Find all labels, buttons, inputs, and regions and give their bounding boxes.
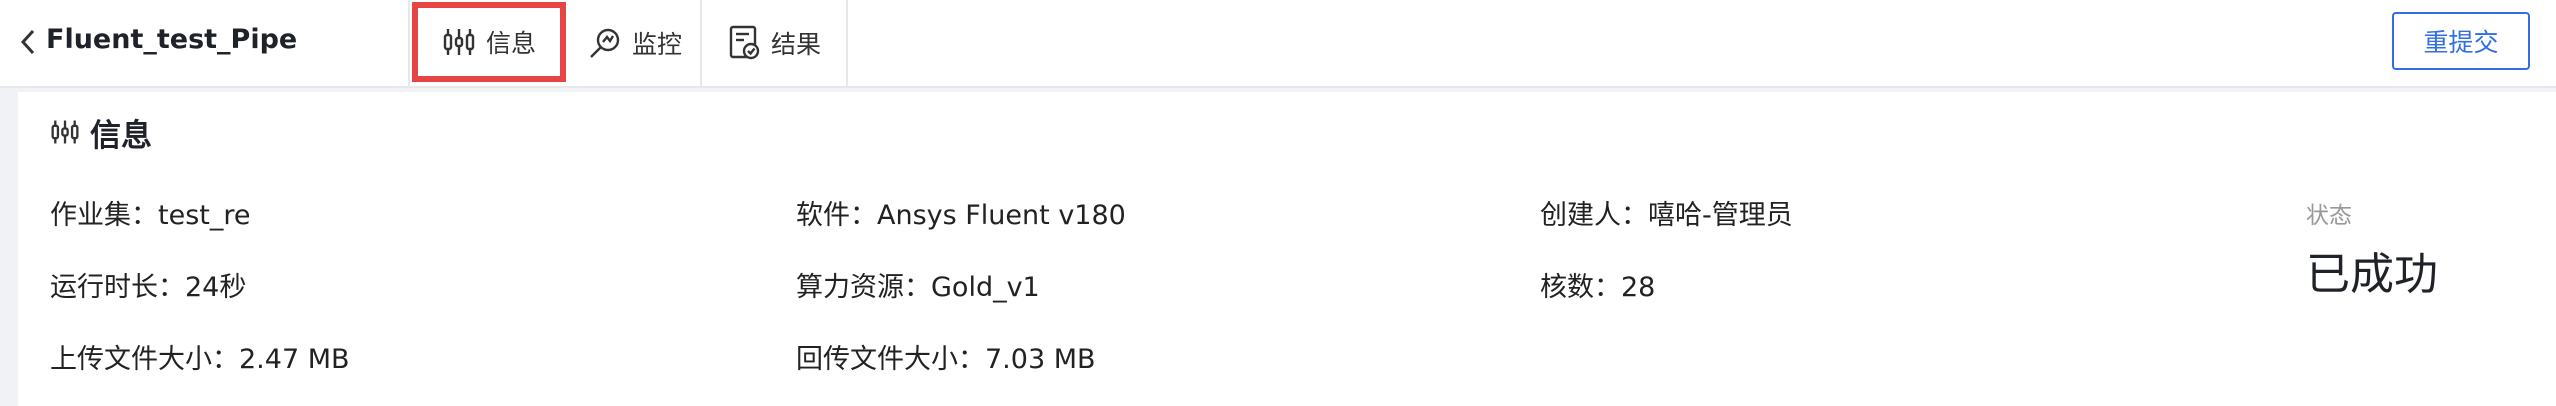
- page-title: Fluent_test_Pipe: [46, 24, 298, 55]
- section-title: 信息: [90, 117, 152, 154]
- resource-field: 算力资源：Gold_v1: [796, 272, 1040, 303]
- software-field: 软件：Ansys Fluent v180: [796, 200, 1126, 231]
- adjustments-icon: [51, 120, 79, 144]
- runtime-field: 运行时长：24秒: [50, 272, 247, 303]
- status-label: 状态: [2306, 203, 2352, 229]
- tab-info[interactable]: 信息: [412, 2, 566, 82]
- result-document-icon: [729, 25, 760, 60]
- tab-label: 结果: [770, 30, 821, 59]
- resubmit-button[interactable]: 重提交: [2392, 12, 2530, 70]
- tab-result[interactable]: 结果: [704, 0, 848, 86]
- tab-label: 监控: [631, 30, 682, 59]
- upload-size-field: 上传文件大小：2.47 MB: [50, 344, 350, 375]
- monitor-search-icon: [590, 28, 620, 58]
- return-size-field: 回传文件大小：7.03 MB: [796, 344, 1096, 375]
- back-button[interactable]: [10, 24, 46, 60]
- chevron-left-icon: [20, 29, 35, 55]
- tab-monitor[interactable]: 监控: [570, 0, 702, 86]
- adjustments-icon: [443, 29, 475, 55]
- top-bar: Fluent_test_Pipe 信息 监控 结果 重提交: [0, 0, 2556, 88]
- section-header: 信息: [50, 112, 152, 154]
- creator-field: 创建人：嘻哈-管理员: [1540, 200, 1793, 231]
- job-set-field: 作业集：test_re: [50, 200, 251, 231]
- info-panel: 信息 作业集：test_re 软件：Ansys Fluent v180 创建人：…: [18, 92, 2556, 406]
- cores-field: 核数：28: [1540, 272, 1656, 303]
- divider: [408, 0, 410, 86]
- status-badge: 已成功: [2306, 249, 2438, 300]
- tab-label: 信息: [485, 29, 536, 58]
